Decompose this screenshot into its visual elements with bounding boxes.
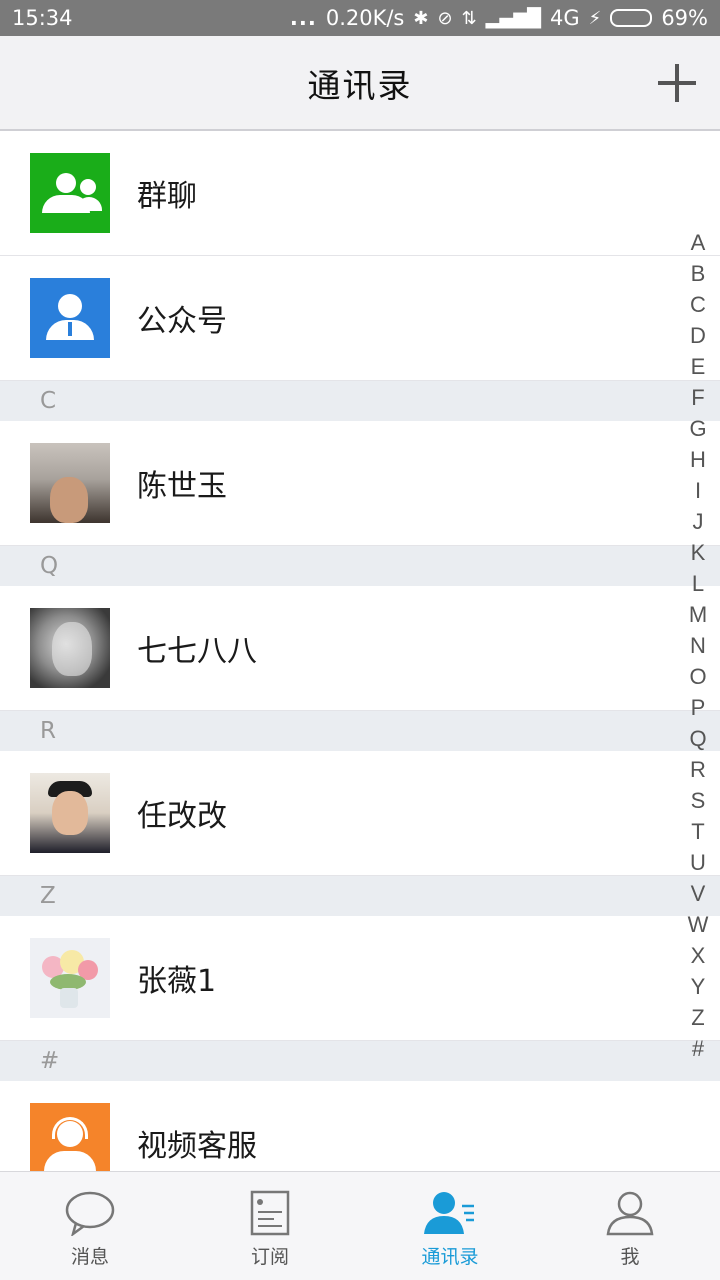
contact-list[interactable]: 群聊 公众号 C 陈世玉 Q 七七八八 R 任改改 Z 张薇1 # 视频客服 (0, 131, 720, 1171)
alpha-index-letter[interactable]: Y (691, 971, 706, 1002)
alpha-index-letter[interactable]: U (690, 847, 706, 878)
face (50, 477, 88, 523)
contact-row-video-service[interactable]: 视频客服 (0, 1081, 720, 1171)
contact-row-group-chat[interactable]: 群聊 (0, 131, 720, 256)
alpha-index-letter[interactable]: Q (689, 723, 706, 754)
contact-name: 陈世玉 (137, 469, 227, 504)
section-header: # (0, 1041, 720, 1081)
tab-label: 消息 (70, 1246, 109, 1268)
person-body (76, 197, 102, 211)
section-header: Z (0, 876, 720, 916)
person-head (56, 173, 76, 193)
alpha-index-letter[interactable]: S (691, 785, 706, 816)
network-type: 4G (550, 6, 580, 30)
alpha-index-letter[interactable]: B (691, 258, 706, 289)
alphabet-index[interactable]: A B C D E F G H I J K L M N O P Q R S T U V W X Y Z # (686, 227, 710, 1064)
signal-icon: ▂▄▆█ (485, 7, 542, 29)
headset-icon (52, 1117, 88, 1139)
data-arrows-icon: ⇅ (461, 7, 477, 29)
alpha-index-letter[interactable]: J (693, 506, 704, 537)
contact-row[interactable]: 七七八八 (0, 586, 720, 711)
alpha-index-letter[interactable]: R (690, 754, 706, 785)
battery-icon (610, 9, 653, 27)
contacts-icon (424, 1192, 474, 1234)
avatar (30, 938, 110, 1018)
alpha-index-letter[interactable]: F (691, 382, 704, 413)
tab-label: 订阅 (250, 1246, 289, 1268)
tab-label: 我 (620, 1246, 640, 1268)
more-dots: ... (289, 6, 317, 30)
alpha-index-letter[interactable]: A (691, 227, 706, 258)
person-body (44, 1151, 96, 1171)
alpha-index-letter[interactable]: I (695, 475, 701, 506)
alpha-index-letter[interactable]: H (690, 444, 706, 475)
person-head (80, 179, 96, 195)
alpha-index-letter[interactable]: Z (691, 1002, 704, 1033)
alpha-index-letter[interactable]: X (691, 940, 706, 971)
page-title: 通讯录 (307, 65, 413, 105)
alpha-index-letter[interactable]: P (691, 692, 706, 723)
person-head (58, 294, 82, 318)
status-bar: 15:34 ... 0.20K/s ✱ ⊘ ⇅ ▂▄▆█ 4G ⚡ 69% (0, 0, 720, 36)
contact-row[interactable]: 陈世玉 (0, 421, 720, 546)
alpha-index-letter[interactable]: G (689, 413, 706, 444)
alpha-index-letter[interactable]: K (691, 537, 706, 568)
section-header: Q (0, 546, 720, 586)
vase (60, 988, 78, 1008)
user-icon (606, 1191, 654, 1236)
alpha-index-letter[interactable]: L (692, 568, 704, 599)
tab-messages[interactable]: 消息 (0, 1172, 180, 1280)
contact-name: 公众号 (137, 304, 227, 339)
contact-name: 视频客服 (137, 1129, 257, 1164)
charging-icon: ⚡ (588, 7, 602, 29)
section-header: R (0, 711, 720, 751)
tie-icon (68, 322, 72, 336)
alpha-index-letter[interactable]: D (690, 320, 706, 351)
alpha-index-letter[interactable]: O (689, 661, 706, 692)
alpha-index-letter[interactable]: N (690, 630, 706, 661)
bluetooth-icon: ✱ (413, 7, 429, 29)
status-indicators: ... 0.20K/s ✱ ⊘ ⇅ ▂▄▆█ 4G ⚡ 69% (290, 6, 708, 30)
tab-label: 通讯录 (421, 1246, 479, 1268)
alpha-index-letter[interactable]: # (692, 1033, 704, 1064)
customer-service-icon (30, 1103, 110, 1171)
mute-icon: ⊘ (437, 7, 453, 29)
avatar (30, 443, 110, 523)
face (52, 791, 88, 835)
tab-subscriptions[interactable]: 订阅 (180, 1172, 360, 1280)
battery-percent: 69% (661, 6, 708, 30)
add-button[interactable] (658, 64, 696, 102)
net-speed: 0.20K/s (325, 6, 405, 30)
alpha-index-letter[interactable]: W (688, 909, 709, 940)
contact-name: 张薇1 (137, 964, 217, 999)
chat-bubble-icon (65, 1191, 115, 1236)
avatar (30, 773, 110, 853)
tab-bar: 消息 订阅 通讯录 我 (0, 1171, 720, 1280)
header: 通讯录 (0, 36, 720, 131)
contact-name: 七七八八 (137, 634, 257, 669)
document-icon (250, 1190, 290, 1236)
status-time: 15:34 (12, 6, 73, 30)
face (52, 622, 92, 676)
avatar (30, 608, 110, 688)
contact-row-official-account[interactable]: 公众号 (0, 256, 720, 381)
section-header: C (0, 381, 720, 421)
alpha-index-letter[interactable]: M (689, 599, 707, 630)
group-chat-icon (30, 153, 110, 233)
contact-row[interactable]: 任改改 (0, 751, 720, 876)
contact-row[interactable]: 张薇1 (0, 916, 720, 1041)
tab-contacts[interactable]: 通讯录 (360, 1172, 540, 1280)
alpha-index-letter[interactable]: V (691, 878, 706, 909)
official-account-icon (30, 278, 110, 358)
alpha-index-letter[interactable]: C (690, 289, 706, 320)
tab-me[interactable]: 我 (540, 1172, 720, 1280)
alpha-index-letter[interactable]: T (691, 816, 704, 847)
alpha-index-letter[interactable]: E (691, 351, 706, 382)
contact-name: 任改改 (137, 799, 227, 834)
contact-name: 群聊 (137, 179, 197, 214)
